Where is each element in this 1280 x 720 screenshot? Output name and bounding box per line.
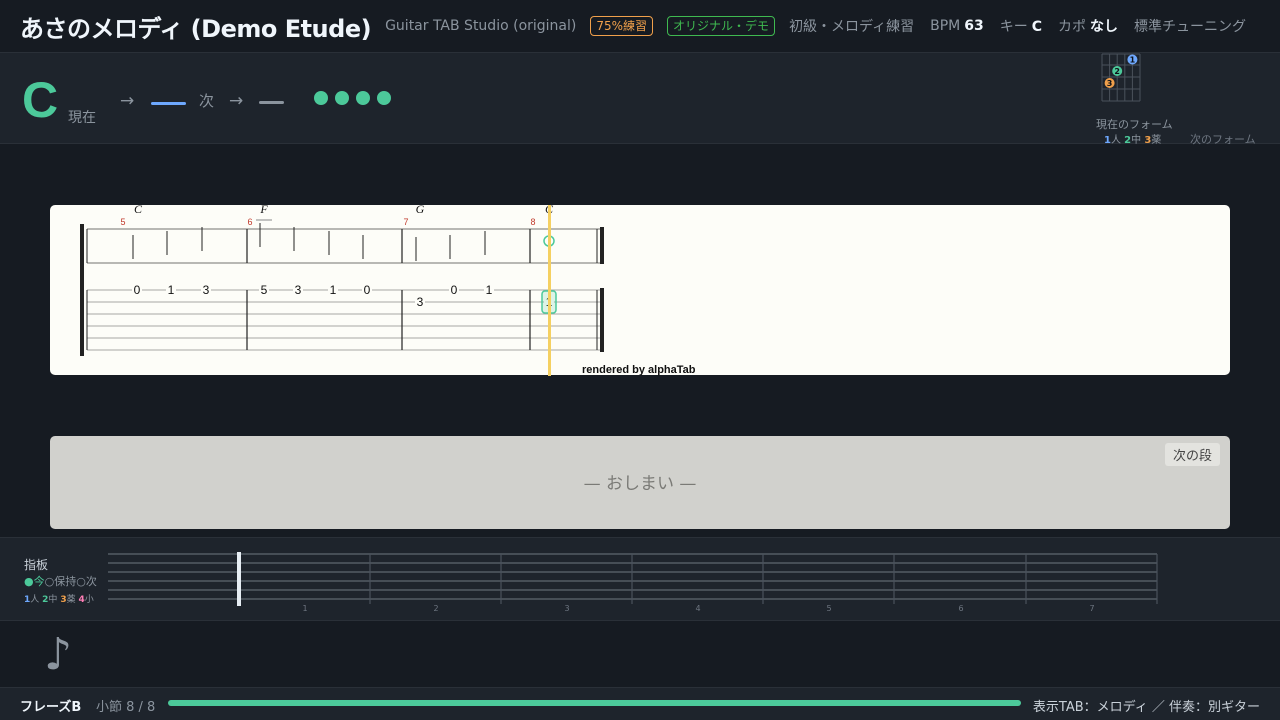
finger-marker-num: 1 — [1130, 56, 1136, 65]
bpm-display: BPM 63 — [930, 18, 984, 34]
chord-label: F — [259, 205, 268, 216]
chord-panel: C 現在 → 次 → 1 2 3 現在のフォーム 1人 2中 3薬 次のフォーム — [0, 52, 1280, 146]
fretboard-panel: 指板 ●今○保持○次 1人 2中 3薬 4小 1234567 — [0, 537, 1280, 621]
fret-number: 6 — [958, 604, 963, 613]
fret-number: 7 — [1089, 604, 1094, 613]
measure-counter: 小節 8 / 8 — [96, 700, 156, 715]
measure-number: 7 — [403, 217, 408, 227]
playback-cursor — [548, 205, 551, 376]
tab-note: 3 — [295, 283, 302, 297]
tab-note: 1 — [330, 283, 337, 297]
measure-number: 5 — [120, 217, 125, 227]
tab-note: 0 — [364, 283, 371, 297]
fret-number: 2 — [433, 604, 438, 613]
beat-dot — [314, 91, 328, 105]
finger-legend: 1人 2中 3薬 — [1104, 135, 1162, 146]
chord-label: G — [416, 205, 425, 216]
next-segment-button[interactable]: 次の段 — [1165, 443, 1221, 466]
finger-marker-num: 2 — [1114, 67, 1120, 76]
fret-number: 5 — [826, 604, 831, 613]
progress-bar[interactable] — [168, 700, 1021, 706]
tab-note: 3 — [203, 283, 210, 297]
footer-bar: フレーズB 小節 8 / 8 表示TAB：メロディ ／ 伴奏：別ギター — [0, 687, 1280, 720]
chord-form-diagram: 1 2 3 — [1101, 53, 1141, 102]
current-form-label: 現在のフォーム — [1096, 118, 1173, 131]
beat-dots — [314, 91, 391, 105]
header-bar: あさのメロディ (Demo Etude) Guitar TAB Studio (… — [0, 0, 1280, 52]
progress-fill — [168, 700, 1021, 706]
arrow-right-icon: → — [120, 91, 135, 111]
alphatab-credit: rendered by alphaTab — [582, 364, 696, 376]
tab-note: 0 — [451, 283, 458, 297]
tab-note: 0 — [134, 283, 141, 297]
finger-marker-num: 3 — [1107, 79, 1113, 88]
level-label: 初級・メロディ練習 — [789, 19, 915, 35]
phrase-label: フレーズB — [20, 700, 82, 715]
tuning-display: 標準チューニング — [1134, 19, 1246, 35]
fretboard-nut — [237, 552, 241, 606]
key-display: キー C — [999, 19, 1042, 35]
app-subtitle: Guitar TAB Studio (original) — [385, 18, 577, 34]
beat-dot — [377, 91, 391, 105]
end-message: — おしまい — — [583, 474, 697, 494]
tab-note: 3 — [417, 295, 424, 309]
current-chord: C — [22, 72, 59, 128]
song-title: あさのメロディ (Demo Etude) — [20, 14, 372, 43]
music-note-icon: ♪ — [44, 629, 73, 680]
measure-number: 6 — [247, 217, 252, 227]
tab-note: 5 — [261, 283, 268, 297]
note-area: ♪ — [0, 621, 1280, 687]
next-timing-bar — [259, 101, 284, 104]
fret-number: 3 — [564, 604, 569, 613]
tab-staff: 5C0136F53107G3018C1 — [80, 205, 604, 356]
next-section-card: — おしまい — 次の段 — [50, 436, 1230, 529]
fret-number: 4 — [695, 604, 700, 613]
beat-dot — [335, 91, 349, 105]
next-chord-label: 次 — [199, 92, 215, 110]
arrow-right-icon: → — [229, 91, 244, 111]
current-chord-label: 現在 — [68, 110, 96, 126]
demo-badge: オリジナル・デモ — [667, 16, 776, 36]
fret-number: 1 — [302, 604, 307, 613]
practice-badge: 75%練習 — [590, 16, 654, 36]
tab-score[interactable]: 5C0136F53107G3018C1 rendered by alphaTab — [50, 205, 1230, 376]
tab-note: 1 — [486, 283, 493, 297]
tab-note: 1 — [168, 283, 175, 297]
display-mode: 表示TAB：メロディ ／ 伴奏：別ギター — [1032, 700, 1260, 715]
capo-display: カポ なし — [1058, 19, 1118, 35]
measure-number: 8 — [530, 217, 535, 227]
fretboard-diagram: 1 2 3 4 5 6 7 — [108, 552, 1158, 613]
beat-dot — [356, 91, 370, 105]
current-timing-bar — [151, 102, 186, 105]
next-form-label: 次のフォーム — [1190, 133, 1256, 146]
chord-label: C — [134, 205, 143, 216]
